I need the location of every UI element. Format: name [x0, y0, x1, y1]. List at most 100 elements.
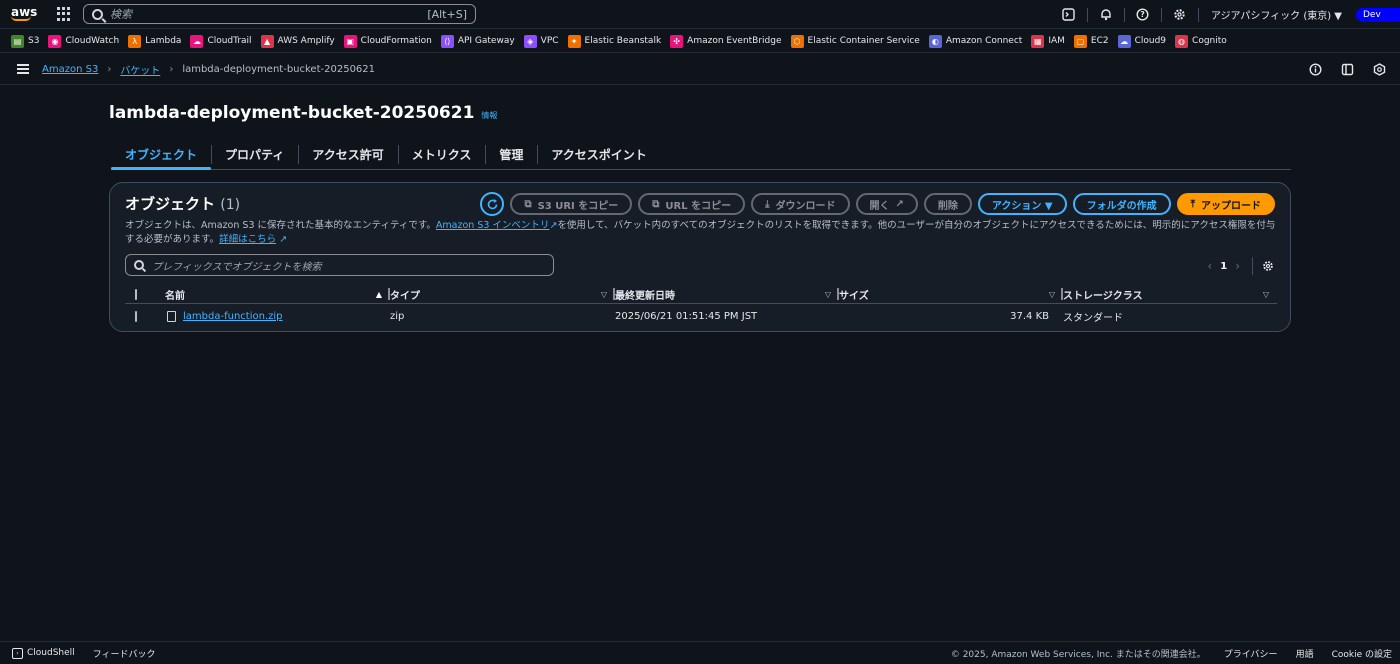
favorite-label: CloudTrail — [207, 36, 252, 46]
elastic-container-service-icon: ⬡ — [790, 34, 804, 48]
column-size[interactable]: サイズ ▽ — [839, 284, 1063, 304]
global-search-input[interactable]: 検索 [Alt+S] — [83, 4, 476, 24]
breadcrumb-bar: Amazon S3 › バケット › lambda-deployment-buc… — [0, 54, 1400, 85]
favorite-amazon-eventbridge[interactable]: ✣ Amazon EventBridge — [670, 34, 782, 48]
select-all-checkbox[interactable] — [135, 288, 137, 300]
favorite-api-gateway[interactable]: ⟨⟩ API Gateway — [440, 34, 515, 48]
chevron-right-icon: › — [107, 63, 112, 75]
side-panel-icon[interactable] — [1340, 62, 1354, 76]
gear-icon[interactable] — [1261, 259, 1275, 273]
objects-heading: オブジェクト (1) — [125, 193, 240, 214]
copy-s3-uri-button[interactable]: ⧉ S3 URI をコピー — [510, 193, 633, 215]
column-last-modified[interactable]: 最終更新日時 ▽ — [615, 284, 839, 304]
actions-dropdown-button[interactable]: アクション ▼ — [977, 193, 1067, 215]
cloudformation-icon: ▣ — [343, 34, 357, 48]
object-name-link[interactable]: lambda-function.zip — [183, 311, 282, 322]
footer-feedback[interactable]: フィードバック — [93, 647, 156, 660]
favorite-aws-amplify[interactable]: ▲ AWS Amplify — [260, 34, 335, 48]
footer-terms[interactable]: 用語 — [1296, 647, 1314, 660]
favorite-label: CloudFormation — [360, 36, 432, 46]
tab-1[interactable]: プロパティ — [211, 141, 298, 168]
favorite-cloudtrail[interactable]: ☁ CloudTrail — [190, 34, 252, 48]
account-badge[interactable]: Dev — [1356, 7, 1400, 22]
favorite-label: Cloud9 — [1134, 36, 1167, 46]
open-button[interactable]: 開く ↗ — [855, 193, 918, 215]
help-icon[interactable]: ? — [1136, 8, 1150, 22]
favorite-label: Amazon Connect — [945, 36, 1023, 46]
favorite-label: Elastic Beanstalk — [584, 36, 662, 46]
favorite-ec2[interactable]: ▢ EC2 — [1073, 34, 1109, 48]
open-label: 開く — [869, 200, 890, 212]
footer-cloudshell[interactable]: CloudShell — [27, 648, 75, 658]
region-selector[interactable]: アジアパシフィック (東京) ▼ — [1211, 7, 1342, 22]
aws-amplify-icon: ▲ — [260, 34, 274, 48]
iam-icon: ▦ — [1031, 34, 1045, 48]
favorite-cloudformation[interactable]: ▣ CloudFormation — [343, 34, 432, 48]
favorite-iam[interactable]: ▦ IAM — [1031, 34, 1065, 48]
info-circle-icon[interactable] — [1308, 62, 1322, 76]
object-search-input[interactable]: プレフィックスでオブジェクトを検索 — [125, 254, 554, 276]
favorite-elastic-container-service[interactable]: ⬡ Elastic Container Service — [790, 34, 920, 48]
favorite-cloud9[interactable]: ☁ Cloud9 — [1117, 34, 1167, 48]
breadcrumb-amazon-s3[interactable]: Amazon S3 — [42, 64, 98, 75]
tab-2[interactable]: アクセス許可 — [298, 141, 397, 168]
favorite-cloudwatch[interactable]: ◉ CloudWatch — [48, 34, 120, 48]
create-folder-button[interactable]: フォルダの作成 — [1072, 193, 1171, 215]
object-storage-class: スタンダード — [1063, 312, 1123, 324]
bell-icon[interactable] — [1099, 8, 1113, 22]
external-link-icon: ↗ — [895, 198, 904, 210]
row-checkbox[interactable] — [135, 310, 137, 322]
hexagon-settings-icon[interactable] — [1372, 62, 1386, 76]
aws-logo[interactable]: aws — [11, 6, 39, 21]
ec2-icon: ▢ — [1073, 34, 1087, 48]
page-number[interactable]: 1 — [1220, 261, 1227, 272]
favorite-label: CloudWatch — [65, 36, 120, 46]
tab-5[interactable]: アクセスポイント — [537, 141, 660, 168]
tab-4[interactable]: 管理 — [485, 141, 537, 168]
delete-button[interactable]: 削除 — [923, 193, 972, 215]
chevron-left-icon[interactable]: ‹ — [1207, 259, 1212, 273]
sort-icon: ▽ — [1048, 289, 1055, 299]
learn-more-link[interactable]: 詳細はこちら — [219, 234, 276, 245]
favorite-vpc[interactable]: ◈ VPC — [523, 34, 559, 48]
copy-url-button[interactable]: ⧉ URL をコピー — [638, 193, 746, 215]
favorite-label: Amazon EventBridge — [687, 36, 782, 46]
favorite-cognito[interactable]: ◍ Cognito — [1175, 34, 1227, 48]
cloud9-icon: ☁ — [1117, 34, 1131, 48]
gear-icon[interactable] — [1173, 8, 1187, 22]
chevron-right-icon[interactable]: › — [1235, 259, 1240, 273]
inventory-link[interactable]: Amazon S3 インベントリ — [436, 220, 550, 231]
table-header: 名前 ▲ タイプ ▽ 最終更新日時 ▽ サイズ ▽ ストレージクラス ▽ — [125, 284, 1277, 304]
footer-copyright: © 2025, Amazon Web Services, Inc. またはその関… — [950, 649, 1206, 660]
search-placeholder: 検索 — [110, 8, 132, 21]
delete-label: 削除 — [937, 200, 958, 212]
page-header: lambda-deployment-bucket-20250621 情報 — [109, 103, 497, 123]
cloudshell-icon[interactable] — [1062, 8, 1076, 22]
svg-text:?: ? — [1141, 10, 1145, 19]
favorite-s3[interactable]: ▤ S3 — [11, 34, 39, 48]
create-folder-label: フォルダの作成 — [1086, 200, 1157, 212]
favorite-lambda[interactable]: λ Lambda — [128, 34, 181, 48]
footer-cookie[interactable]: Cookie の設定 — [1332, 647, 1392, 660]
favorite-amazon-connect[interactable]: ◐ Amazon Connect — [928, 34, 1023, 48]
download-button[interactable]: ⤓ ダウンロード — [751, 193, 850, 215]
tab-3[interactable]: メトリクス — [397, 141, 486, 168]
tab-0[interactable]: オブジェクト — [111, 141, 212, 170]
favorite-elastic-beanstalk[interactable]: ✦ Elastic Beanstalk — [567, 34, 662, 48]
refresh-button[interactable] — [480, 192, 505, 216]
footer: › CloudShell フィードバック © 2025, Amazon Web … — [0, 641, 1400, 664]
upload-button[interactable]: ⤒ アップロード — [1176, 193, 1275, 215]
info-link[interactable]: 情報 — [481, 110, 497, 121]
footer-privacy[interactable]: プライバシー — [1224, 647, 1278, 660]
page-title: lambda-deployment-bucket-20250621 — [109, 103, 475, 123]
menu-icon[interactable] — [17, 64, 29, 74]
object-size: 37.4 KB — [1010, 310, 1049, 322]
services-grid-icon[interactable] — [57, 7, 71, 21]
column-type[interactable]: タイプ ▽ — [390, 284, 615, 304]
breadcrumb-buckets[interactable]: バケット — [120, 62, 160, 77]
column-name[interactable]: 名前 ▲ — [165, 284, 390, 304]
upload-label: アップロード — [1201, 200, 1261, 212]
column-storage-class[interactable]: ストレージクラス ▽ — [1063, 284, 1277, 304]
favorite-label: Cognito — [1192, 36, 1227, 46]
favorites-bar: ▤ S3 ◉ CloudWatch λ Lambda ☁ CloudTrail ▲ AWS Amp… — [0, 30, 1400, 53]
